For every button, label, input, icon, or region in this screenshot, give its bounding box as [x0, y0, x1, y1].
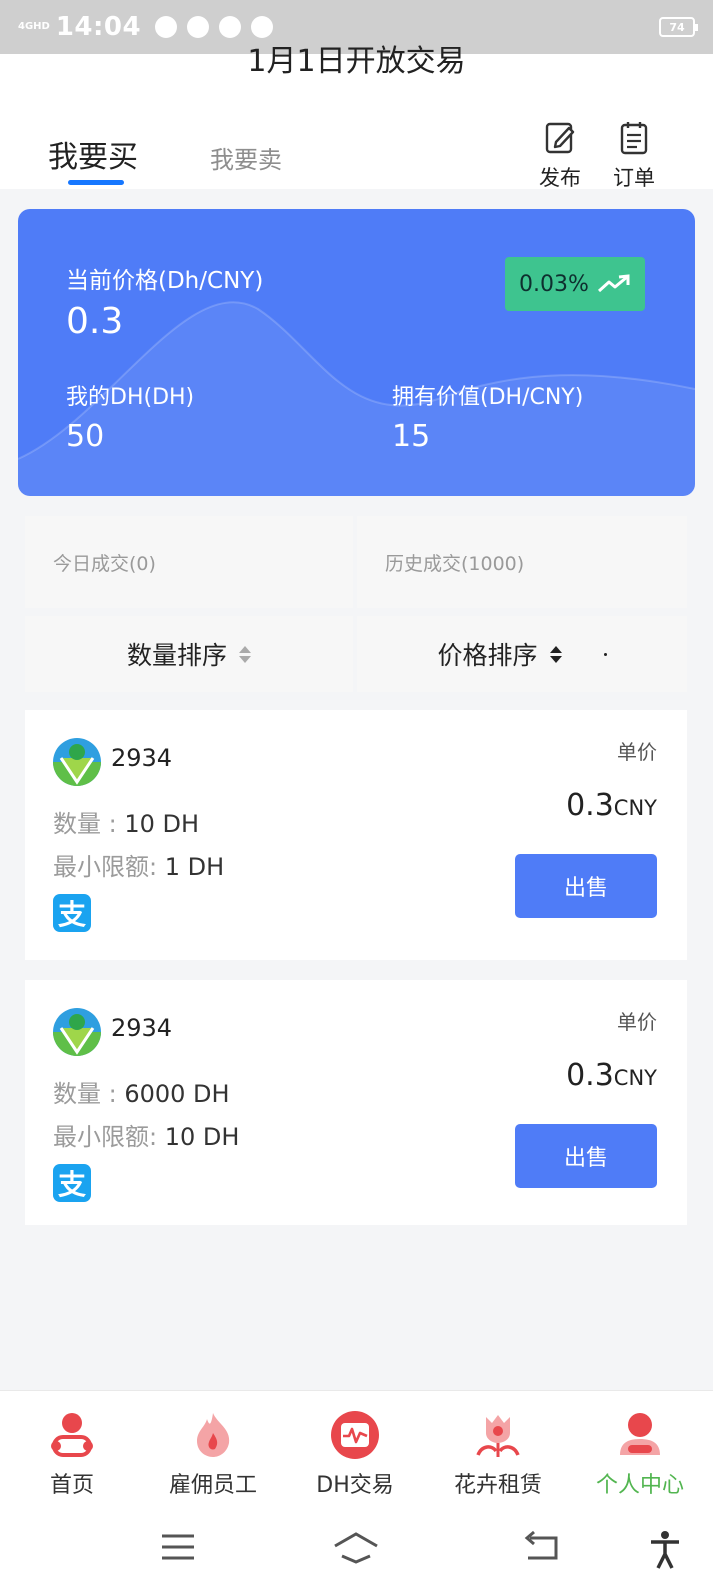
nav-me-label: 个人中心 [595, 1473, 684, 1498]
sort-price-label: 价格排序 [437, 641, 538, 670]
sell-button[interactable]: 出售 [515, 854, 657, 918]
listing-card: 2934 数量 : 6000 DH 最小限额: 10 DH 支 单价 0.3CN… [25, 980, 687, 1225]
holding-value-label: 拥有价值(DH/CNY) [392, 385, 584, 410]
mail-icon [219, 16, 242, 38]
orders-label: 订单 [613, 166, 655, 190]
min-limit-value: 10 DH [164, 1123, 240, 1151]
currency: CNY [613, 1066, 657, 1090]
page-header: 1月1日开放交易 我要买 我要卖 发布 订单 [0, 44, 713, 192]
seller-name: 2934 [111, 1014, 173, 1042]
quantity-key: 数量 : [53, 1080, 125, 1108]
min-limit-row: 最小限额: 1 DH [53, 847, 224, 882]
orders-icon [620, 122, 648, 155]
publish-button[interactable]: 发布 [530, 120, 590, 192]
quantity-key: 数量 : [53, 810, 125, 838]
min-limit-key: 最小限额: [53, 1123, 165, 1151]
trending-up-icon [597, 274, 630, 293]
unit-price-label: 单价 [617, 1010, 657, 1034]
dot-indicator [603, 652, 607, 656]
quantity-row: 数量 : 10 DH [53, 804, 199, 839]
unit-price-label: 单价 [617, 740, 657, 764]
user-icon [620, 1413, 660, 1455]
today-deals[interactable]: 今日成交(0) [25, 516, 353, 608]
alipay-icon: 支 [53, 894, 91, 932]
alipay-icon: 支 [53, 1164, 91, 1202]
home-icon [51, 1413, 93, 1457]
listing-card: 2934 数量 : 10 DH 最小限额: 1 DH 支 单价 0.3CNY 出… [25, 710, 687, 960]
flame-icon [197, 1413, 230, 1457]
nav-flower-rental[interactable]: 花卉租赁 [438, 1409, 558, 1499]
my-dh-label: 我的DH(DH) [66, 385, 195, 410]
sort-icon [239, 645, 251, 663]
min-limit-row: 最小限额: 10 DH [53, 1117, 239, 1152]
bottom-nav: 首页 雇佣员工 DH交易 花卉租赁 个人中心 [0, 1390, 713, 1510]
page-title: 1月1日开放交易 [247, 44, 466, 79]
active-tab-indicator [68, 180, 124, 185]
accessibility-icon[interactable] [648, 1530, 682, 1570]
qq-icon [187, 16, 210, 38]
home-button-icon[interactable] [332, 1530, 380, 1566]
sort-quantity-label: 数量排序 [126, 641, 227, 670]
price-wave-decoration [18, 301, 695, 496]
edit-icon [545, 122, 575, 154]
nav-trade-label: DH交易 [316, 1473, 394, 1498]
min-limit-key: 最小限额: [53, 853, 165, 881]
sort-icon [549, 645, 562, 663]
flower-icon [476, 1415, 520, 1457]
back-icon[interactable] [522, 1530, 562, 1564]
seller-name: 2934 [111, 744, 173, 772]
network-indicator: 4GHD [18, 21, 50, 32]
holding-value: 15 [392, 419, 431, 454]
nav-hire[interactable]: 雇佣员工 [153, 1409, 273, 1499]
nav-home[interactable]: 首页 [12, 1409, 132, 1499]
avatar [53, 1008, 101, 1056]
nav-flower-label: 花卉租赁 [453, 1473, 542, 1498]
currency: CNY [613, 796, 657, 820]
cloud-icon [155, 16, 178, 38]
unit-price: 0.3CNY [566, 1058, 657, 1093]
sort-by-quantity[interactable]: 数量排序 [25, 616, 353, 692]
compass-icon [251, 16, 274, 38]
notification-icons [155, 16, 274, 38]
min-limit-value: 1 DH [164, 853, 225, 881]
avatar [53, 738, 101, 786]
trade-icon [331, 1411, 379, 1459]
current-price-value: 0.3 [66, 301, 124, 342]
quantity-value: 10 DH [124, 810, 200, 838]
my-dh-value: 50 [66, 419, 105, 454]
unit-price-value: 0.3 [566, 788, 614, 823]
current-price-label: 当前价格(Dh/CNY) [66, 268, 264, 294]
nav-hire-label: 雇佣员工 [168, 1473, 257, 1498]
avatar-image [53, 738, 101, 786]
avatar-image [53, 1008, 101, 1056]
unit-price: 0.3CNY [566, 788, 657, 823]
nav-dh-trade[interactable]: DH交易 [295, 1409, 415, 1499]
unit-price-value: 0.3 [566, 1058, 614, 1093]
price-change-value: 0.03% [519, 271, 589, 297]
publish-label: 发布 [539, 166, 581, 190]
battery-icon: 74 [659, 17, 698, 37]
sort-by-price[interactable]: 价格排序 [357, 616, 687, 692]
nav-home-label: 首页 [49, 1473, 94, 1498]
tab-sell[interactable]: 我要卖 [210, 140, 282, 175]
system-nav-bar [0, 1510, 713, 1593]
history-deals[interactable]: 历史成交(1000) [357, 516, 687, 608]
quantity-row: 数量 : 6000 DH [53, 1074, 230, 1109]
orders-button[interactable]: 订单 [604, 120, 664, 192]
sell-button[interactable]: 出售 [515, 1124, 657, 1188]
tab-buy[interactable]: 我要买 [48, 132, 138, 176]
menu-icon[interactable] [160, 1530, 196, 1564]
price-card: 当前价格(Dh/CNY) 0.3 0.03% 我的DH(DH) 50 拥有价值(… [18, 209, 695, 496]
price-change-badge: 0.03% [505, 257, 645, 311]
quantity-value: 6000 DH [124, 1080, 230, 1108]
nav-personal-center[interactable]: 个人中心 [580, 1409, 700, 1499]
